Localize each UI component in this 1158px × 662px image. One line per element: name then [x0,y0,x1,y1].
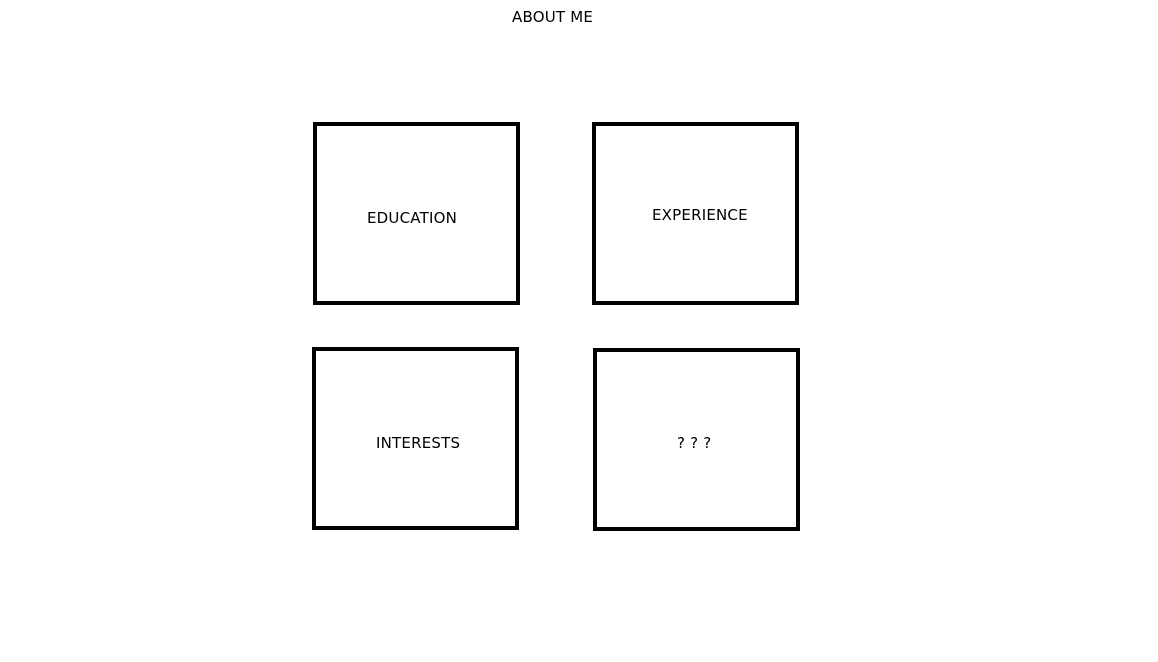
unknown-tile-label: ? ? ? [677,434,712,452]
education-tile-label: EDUCATION [367,209,457,227]
interests-tile-label: INTERESTS [376,434,461,452]
unknown-tile[interactable]: ? ? ? [593,348,800,531]
interests-tile[interactable]: INTERESTS [312,347,519,530]
experience-tile[interactable]: EXPERIENCE [592,122,799,305]
about-me-page: ABOUT ME EDUCATION EXPERIENCE INTERESTS … [0,0,1158,662]
page-title: ABOUT ME [512,8,594,26]
education-tile[interactable]: EDUCATION [313,122,520,305]
experience-tile-label: EXPERIENCE [652,206,748,224]
